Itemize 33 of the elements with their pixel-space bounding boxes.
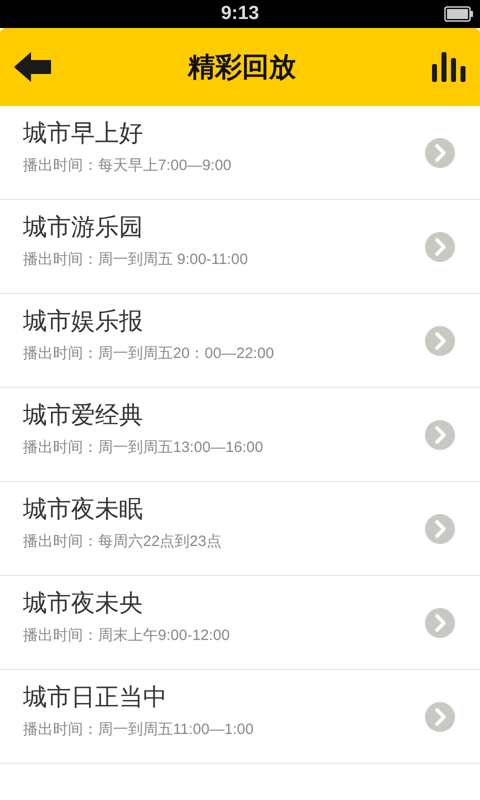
program-schedule: 播出时间：周一到周五20：00—22:00 — [23, 344, 274, 364]
program-row[interactable]: 城市夜未央 播出时间：周末上午9:00-12:00 — [0, 576, 480, 670]
program-schedule: 播出时间：每周六22点到23点 — [23, 532, 222, 552]
program-row[interactable]: 城市夜未眠 播出时间：每周六22点到23点 — [0, 482, 480, 576]
program-schedule: 播出时间：周一到周五11:00—1:00 — [23, 720, 254, 740]
program-title: 城市夜未央 — [23, 590, 144, 616]
program-row[interactable]: 城市娱乐报 播出时间：周一到周五20：00—22:00 — [0, 294, 480, 388]
program-row[interactable]: 城市爱经典 播出时间：周一到周五13:00—16:00 — [0, 388, 480, 482]
program-title: 城市早上好 — [23, 120, 144, 146]
clock-time: 9:13 — [220, 3, 260, 25]
program-title: 城市娱乐报 — [23, 308, 144, 334]
program-title: 城市日正当中 — [23, 684, 168, 710]
program-title: 城市爱经典 — [23, 402, 144, 428]
chevron-icon[interactable] — [425, 326, 455, 356]
program-row[interactable]: 城市日正当中 播出时间：周一到周五11:00—1:00 — [0, 670, 480, 764]
program-row[interactable]: 城市游乐园 播出时间：周一到周五 9:00-11:00 — [0, 200, 480, 294]
program-schedule: 播出时间：周一到周五 9:00-11:00 — [23, 250, 248, 270]
program-schedule: 播出时间：周一到周五13:00—16:00 — [23, 438, 264, 458]
chevron-icon[interactable] — [425, 514, 455, 544]
chevron-icon[interactable] — [425, 702, 455, 732]
back-arrow-icon[interactable] — [14, 51, 52, 83]
program-schedule: 播出时间：每天早上7:00—9:00 — [23, 156, 232, 176]
bar-chart-icon[interactable] — [432, 52, 466, 82]
program-schedule: 播出时间：周末上午9:00-12:00 — [23, 626, 230, 646]
chevron-icon[interactable] — [425, 138, 455, 168]
chevron-icon[interactable] — [425, 420, 455, 450]
chevron-icon[interactable] — [425, 232, 455, 262]
battery-icon — [444, 6, 474, 22]
page-title: 精彩回放 — [188, 51, 296, 85]
chevron-icon[interactable] — [425, 608, 455, 638]
program-row[interactable]: 城市早上好 播出时间：每天早上7:00—9:00 — [0, 106, 480, 200]
program-title: 城市游乐园 — [23, 214, 144, 240]
program-title: 城市夜未眠 — [23, 496, 144, 522]
